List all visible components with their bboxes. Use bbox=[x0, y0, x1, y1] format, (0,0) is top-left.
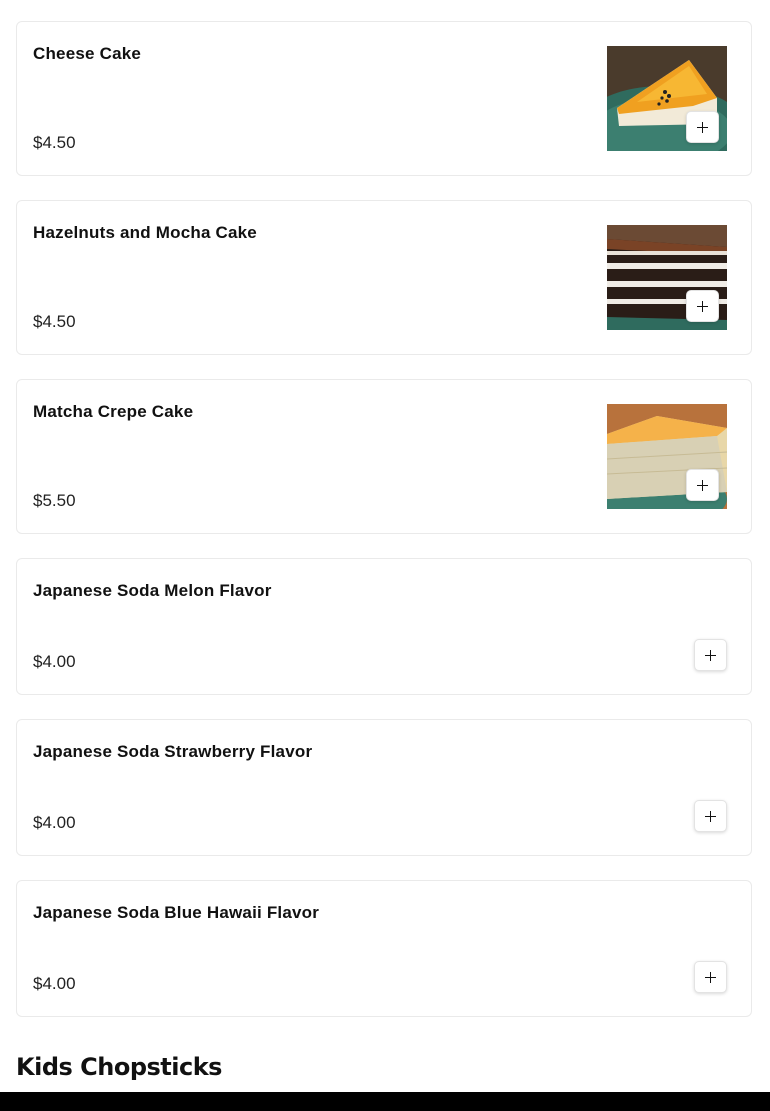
item-name: Japanese Soda Blue Hawaii Flavor bbox=[33, 903, 320, 922]
add-to-cart-button[interactable] bbox=[686, 290, 719, 322]
item-image[interactable] bbox=[607, 404, 727, 509]
menu-item-card[interactable]: Japanese Soda Strawberry Flavor $4.00 bbox=[16, 719, 752, 856]
item-price: $4.00 bbox=[33, 974, 76, 993]
menu-item-card[interactable]: Cheese Cake $4.50 bbox=[16, 21, 752, 176]
menu-item-card[interactable]: Japanese Soda Blue Hawaii Flavor $4.00 bbox=[16, 880, 752, 1017]
add-to-cart-button[interactable] bbox=[686, 111, 719, 143]
item-price: $4.50 bbox=[33, 312, 76, 331]
item-price: $4.00 bbox=[33, 813, 76, 832]
add-to-cart-button[interactable] bbox=[686, 469, 719, 501]
plus-icon bbox=[705, 649, 716, 661]
item-image[interactable] bbox=[607, 225, 727, 330]
add-to-cart-button[interactable] bbox=[694, 800, 727, 832]
item-price: $5.50 bbox=[33, 491, 76, 510]
plus-icon bbox=[697, 479, 708, 491]
item-name: Japanese Soda Strawberry Flavor bbox=[33, 742, 313, 761]
bottom-bar bbox=[0, 1092, 770, 1111]
item-price: $4.00 bbox=[33, 652, 76, 671]
item-name: Hazelnuts and Mocha Cake bbox=[33, 223, 257, 242]
plus-icon bbox=[697, 121, 708, 133]
item-price: $4.50 bbox=[33, 133, 76, 152]
menu-item-card[interactable]: Japanese Soda Melon Flavor $4.00 bbox=[16, 558, 752, 695]
menu-item-card[interactable]: Matcha Crepe Cake $5.50 bbox=[16, 379, 752, 534]
item-name: Cheese Cake bbox=[33, 44, 142, 63]
section-title: Kids Chopsticks bbox=[16, 1053, 222, 1081]
item-image[interactable] bbox=[607, 46, 727, 151]
plus-icon bbox=[705, 971, 716, 983]
menu-item-card[interactable]: Hazelnuts and Mocha Cake $4.50 bbox=[16, 200, 752, 355]
plus-icon bbox=[697, 300, 708, 312]
item-name: Matcha Crepe Cake bbox=[33, 402, 194, 421]
plus-icon bbox=[705, 810, 716, 822]
add-to-cart-button[interactable] bbox=[694, 639, 727, 671]
item-name: Japanese Soda Melon Flavor bbox=[33, 581, 272, 600]
add-to-cart-button[interactable] bbox=[694, 961, 727, 993]
